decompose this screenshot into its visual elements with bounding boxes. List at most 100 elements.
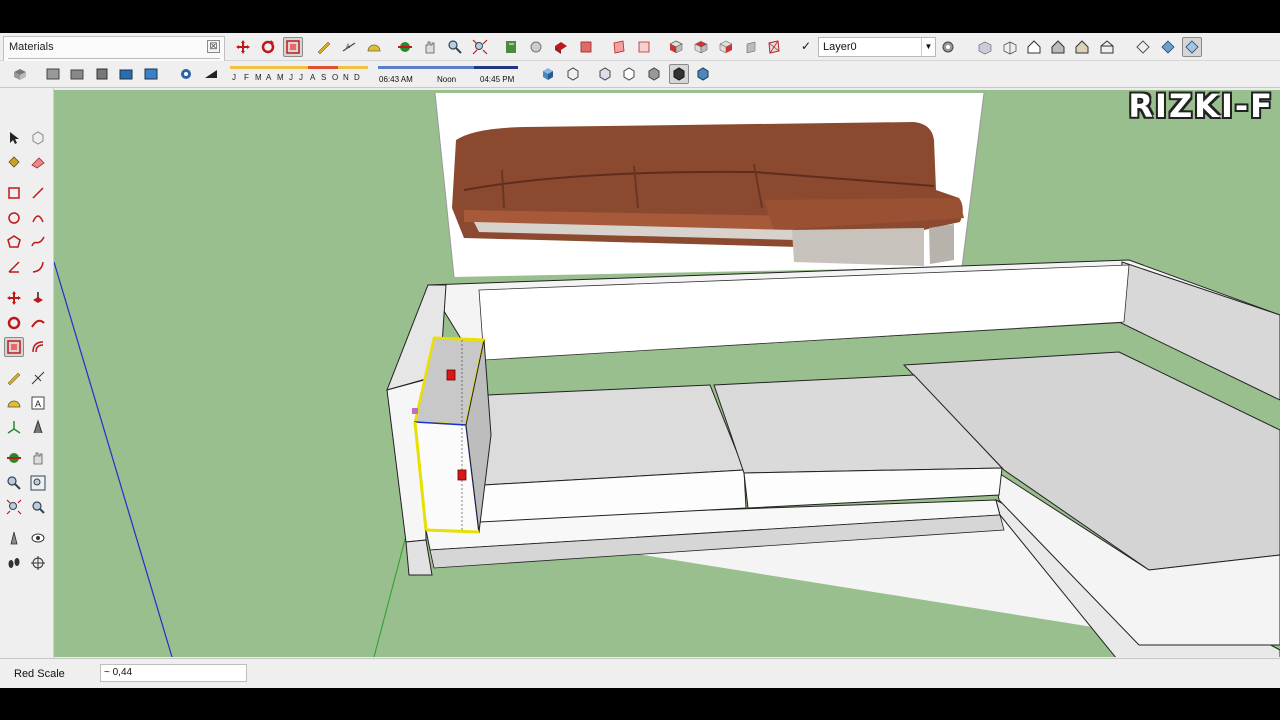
- shaded-icon[interactable]: [1048, 37, 1068, 57]
- view-back-icon[interactable]: [764, 37, 784, 57]
- zoom-icon[interactable]: [445, 37, 465, 57]
- get-models-icon[interactable]: [501, 37, 521, 57]
- main-toolbar: Materials ⊠ A ✓ Layer0 ▼: [0, 33, 1280, 66]
- textured-mode-icon[interactable]: [669, 64, 689, 84]
- xray-mode-icon[interactable]: [595, 64, 615, 84]
- zoom-window-icon[interactable]: [28, 473, 48, 493]
- zoom-extents-icon[interactable]: [470, 37, 490, 57]
- xray-icon[interactable]: [975, 37, 995, 57]
- layer-manager-icon[interactable]: [938, 37, 958, 57]
- circle-tool-icon[interactable]: [4, 208, 24, 228]
- month-oct: O: [332, 73, 339, 82]
- eraser-icon[interactable]: [28, 152, 48, 172]
- month-feb: F: [244, 73, 249, 82]
- scale-icon[interactable]: [283, 37, 303, 57]
- hidden-line-icon[interactable]: [1024, 37, 1044, 57]
- shadow-time-slider[interactable]: J F M A M J J A S O N D 06:43 AM Noon 04…: [228, 64, 520, 86]
- display-shadows-icon[interactable]: [1182, 37, 1202, 57]
- shaded-mode-icon[interactable]: [644, 64, 664, 84]
- toggle-shadows-icon[interactable]: [201, 64, 221, 84]
- sketchup-window: Materials ⊠ A ✓ Layer0 ▼ J F M A M J J A…: [0, 33, 1280, 688]
- iso-view-icon[interactable]: [10, 64, 30, 84]
- pan-icon[interactable]: [420, 37, 440, 57]
- zoom-extents-tool-icon[interactable]: [4, 497, 24, 517]
- pan-tool-icon[interactable]: [28, 448, 48, 468]
- edit-component-icon[interactable]: [563, 64, 583, 84]
- close-icon[interactable]: ⊠: [207, 40, 220, 53]
- month-jun: J: [289, 73, 293, 82]
- shaded-with-textures-icon[interactable]: [1072, 37, 1092, 57]
- back-edges-icon[interactable]: [619, 64, 639, 84]
- top-view-icon[interactable]: [43, 64, 63, 84]
- month-nov: N: [343, 73, 349, 82]
- rotate-icon[interactable]: [258, 37, 278, 57]
- move-tool-icon[interactable]: [4, 288, 24, 308]
- 3d-text-icon[interactable]: [28, 417, 48, 437]
- freehand-tool-icon[interactable]: [28, 232, 48, 252]
- select-tool-icon[interactable]: [4, 128, 24, 148]
- display-section-planes-icon[interactable]: [634, 37, 654, 57]
- month-jan: J: [232, 73, 236, 82]
- shadows-icon[interactable]: [1158, 37, 1178, 57]
- back-view-icon[interactable]: [116, 64, 136, 84]
- component-icon[interactable]: [538, 64, 558, 84]
- protractor-icon[interactable]: [364, 37, 384, 57]
- shadow-settings-icon[interactable]: [176, 64, 196, 84]
- polygon-tool-icon[interactable]: [4, 232, 24, 252]
- section-plane-tool-icon[interactable]: [28, 553, 48, 573]
- section-plane-icon[interactable]: [609, 37, 629, 57]
- orbit-tool-icon[interactable]: [4, 448, 24, 468]
- arc-tool-icon[interactable]: [28, 208, 48, 228]
- protractor-tool-icon[interactable]: [4, 393, 24, 413]
- rotate-tool-icon[interactable]: [4, 313, 24, 333]
- month-may: M: [277, 73, 284, 82]
- sofa-3d-model: [386, 259, 1280, 657]
- scale-tool-icon[interactable]: [4, 337, 24, 357]
- offset-tool-icon[interactable]: [28, 337, 48, 357]
- monochrome-mode-icon[interactable]: [693, 64, 713, 84]
- walk-icon[interactable]: [4, 553, 24, 573]
- chevron-down-icon[interactable]: ▼: [921, 38, 935, 56]
- orbit-icon[interactable]: [395, 37, 415, 57]
- pie-tool-icon[interactable]: [4, 257, 24, 277]
- view-top-icon[interactable]: [691, 37, 711, 57]
- status-bar: Red Scale ~ 0,44: [0, 658, 1280, 688]
- month-sep: S: [321, 73, 327, 82]
- dimension-tool-icon[interactable]: [28, 368, 48, 388]
- push-pull-icon[interactable]: [28, 288, 48, 308]
- dimension-icon[interactable]: A: [339, 37, 359, 57]
- make-component-icon[interactable]: [28, 128, 48, 148]
- two-point-arc-icon[interactable]: [28, 257, 48, 277]
- zoom-tool-icon[interactable]: [4, 473, 24, 493]
- monochrome-icon[interactable]: [1097, 37, 1117, 57]
- rectangle-tool-icon[interactable]: [4, 183, 24, 203]
- wireframe-icon[interactable]: [1000, 37, 1020, 57]
- view-iso-icon[interactable]: [666, 37, 686, 57]
- tape-measure-icon[interactable]: [314, 37, 334, 57]
- time-start: 06:43 AM: [379, 75, 413, 84]
- paint-bucket-icon[interactable]: [4, 152, 24, 172]
- share-model-icon[interactable]: [526, 37, 546, 57]
- front-view-icon[interactable]: [67, 64, 87, 84]
- line-tool-icon[interactable]: [28, 183, 48, 203]
- blue-axis-line: [54, 261, 173, 657]
- look-around-icon[interactable]: [28, 528, 48, 548]
- extension-warehouse-icon[interactable]: [576, 37, 596, 57]
- layer-dropdown[interactable]: ✓ Layer0 ▼: [801, 37, 936, 57]
- tape-measure-tool-icon[interactable]: [4, 368, 24, 388]
- 3d-warehouse-icon[interactable]: [551, 37, 571, 57]
- modeling-viewport[interactable]: RIZKI-F: [54, 90, 1280, 657]
- left-view-icon[interactable]: [141, 64, 161, 84]
- channel-watermark: RIZKI-F: [1128, 90, 1274, 125]
- previous-view-icon[interactable]: [28, 497, 48, 517]
- right-view-icon[interactable]: [92, 64, 112, 84]
- view-front-icon[interactable]: [716, 37, 736, 57]
- measurements-input[interactable]: ~ 0,44: [100, 664, 247, 682]
- text-tool-icon[interactable]: A: [28, 393, 48, 413]
- axes-tool-icon[interactable]: [4, 417, 24, 437]
- follow-me-icon[interactable]: [28, 313, 48, 333]
- move-icon[interactable]: [233, 37, 253, 57]
- position-camera-icon[interactable]: [4, 528, 24, 548]
- view-right-icon[interactable]: [741, 37, 761, 57]
- fog-icon[interactable]: [1133, 37, 1153, 57]
